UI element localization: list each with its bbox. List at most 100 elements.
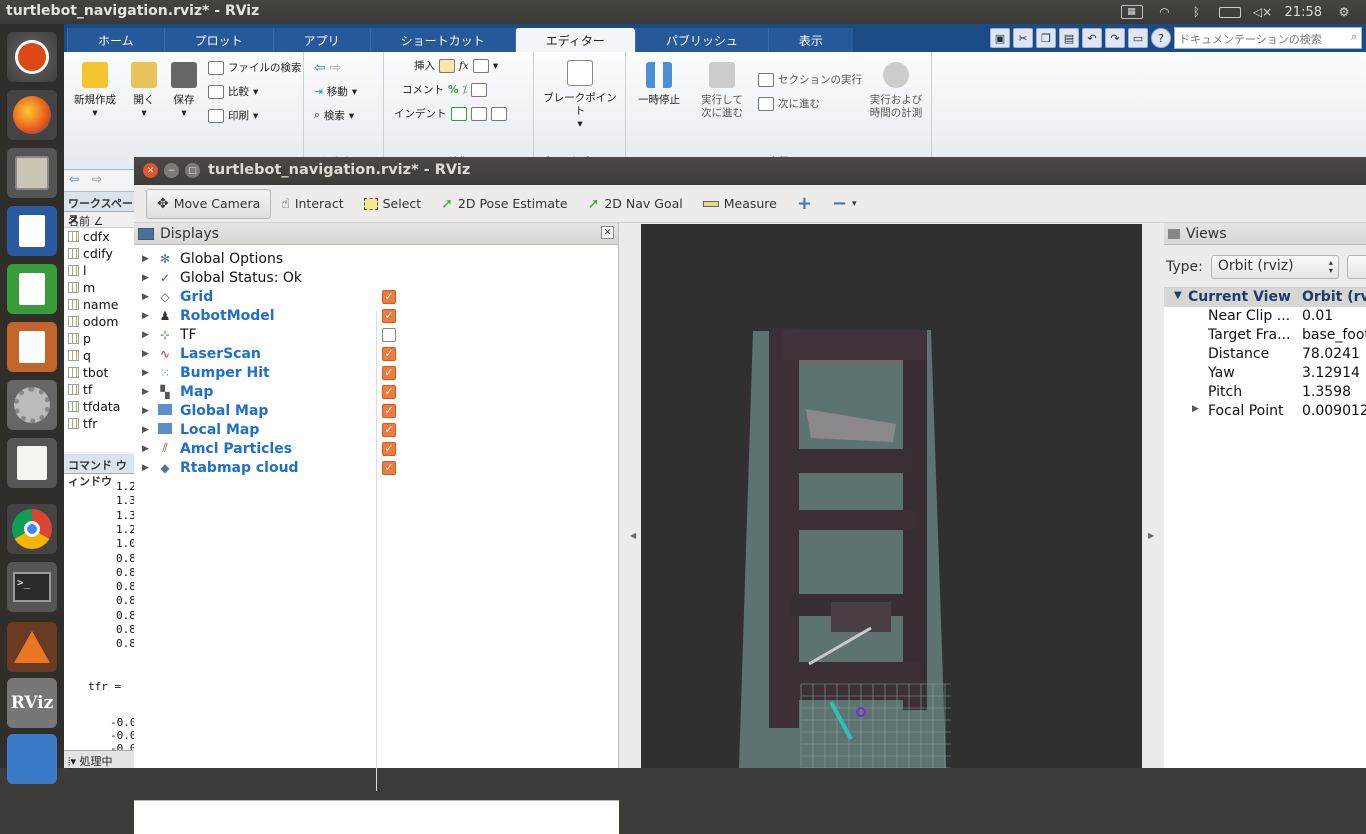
doc-search-input[interactable]: ドキュメンテーションの検索 ⌕	[1174, 27, 1362, 49]
impress-icon[interactable]	[7, 322, 57, 372]
system-settings-icon[interactable]	[7, 380, 57, 430]
zero-button[interactable]	[1346, 255, 1366, 279]
tab-editor[interactable]: エディター	[514, 28, 635, 52]
battery-icon[interactable]	[1218, 6, 1241, 18]
save-icon[interactable]: ▣	[990, 28, 1010, 48]
property-value[interactable]: 78.0241	[1302, 346, 1360, 362]
bluetooth-icon[interactable]: ᛒ	[1187, 5, 1207, 19]
back-icon[interactable]: ⇦	[69, 172, 79, 186]
expand-arrow-icon[interactable]: ▶	[142, 330, 156, 340]
expand-arrow-icon[interactable]: ▶	[142, 292, 156, 302]
property-value[interactable]: 3.12914	[1302, 365, 1360, 381]
forward-icon[interactable]: ⇨	[92, 172, 102, 186]
workspace-variable-row[interactable]: cdify	[64, 245, 138, 262]
comment-button[interactable]: コメント% ⁒	[402, 82, 488, 97]
workspace-variable-row[interactable]: p	[64, 330, 138, 347]
enabled-checkbox[interactable]: ✓	[382, 403, 396, 418]
workspace-variable-row[interactable]: m	[64, 279, 138, 296]
new-button[interactable]: 新規作成 ▾	[70, 62, 120, 120]
tab-shortcuts[interactable]: ショートカット	[369, 28, 515, 52]
workspace-variable-row[interactable]: cdfx	[64, 228, 138, 245]
matlab-icon[interactable]	[7, 622, 57, 672]
interact-button[interactable]: ☝ Interact	[271, 189, 353, 219]
minimize-icon[interactable]: −	[164, 163, 179, 178]
smart-indent-icon[interactable]	[450, 106, 467, 121]
terminal-icon[interactable]: >_	[7, 562, 57, 612]
uncomment-icon[interactable]: ⁒	[463, 84, 468, 96]
keyboard-icon[interactable]: ▦	[1120, 5, 1143, 19]
view-property-row[interactable]: Distance 78.0241	[1164, 345, 1366, 364]
property-value[interactable]: 1.3598	[1302, 384, 1351, 400]
workspace-name-column[interactable]: 名前 ∠	[64, 212, 138, 228]
copy-icon[interactable]: ❐	[1036, 28, 1056, 48]
enabled-checkbox[interactable]: ✓	[382, 441, 396, 456]
window-icon[interactable]: ▭	[1128, 28, 1148, 48]
enabled-checkbox[interactable]	[382, 327, 396, 342]
property-value[interactable]: base_foot	[1302, 327, 1366, 343]
paste-icon[interactable]: ▤	[1059, 28, 1079, 48]
tab-view[interactable]: 表示	[767, 28, 853, 52]
find-files-button[interactable]: ファイルの検索	[208, 60, 302, 75]
collapse-left-icon[interactable]: ◀	[630, 531, 636, 540]
wifi-icon[interactable]: ◠	[1155, 5, 1175, 19]
3d-viewport[interactable]	[641, 224, 1142, 768]
ubuntu-dash-icon[interactable]	[7, 32, 57, 82]
enabled-checkbox[interactable]: ✓	[382, 460, 396, 475]
enabled-checkbox[interactable]: ✓	[382, 308, 396, 323]
pause-button[interactable]: 一時停止	[634, 62, 684, 107]
undo-icon[interactable]: ↶	[1082, 28, 1102, 48]
increase-indent-icon[interactable]	[470, 106, 487, 121]
tab-plots[interactable]: プロット	[163, 28, 273, 52]
enabled-checkbox[interactable]: ✓	[382, 422, 396, 437]
view-property-row[interactable]: ▶ Focal Point 0.0090125	[1164, 402, 1366, 421]
breakpoints-button[interactable]: ブレークポイント ▾	[540, 60, 620, 131]
wrap-comment-icon[interactable]	[471, 82, 488, 97]
workspace-variable-row[interactable]: q	[64, 347, 138, 364]
workspace-variable-row[interactable]: tfdata	[64, 398, 138, 415]
decrease-indent-icon[interactable]	[490, 106, 507, 121]
forward-arrow-icon[interactable]: ⇨	[330, 60, 342, 76]
run-advance-button[interactable]: 実行して 次に進む	[694, 62, 750, 120]
view-property-row[interactable]: Yaw 3.12914	[1164, 364, 1366, 383]
save-button[interactable]: 保存 ▾	[164, 62, 204, 120]
workspace-variable-row[interactable]: tbot	[64, 364, 138, 381]
back-arrow-icon[interactable]: ⇦	[314, 60, 326, 76]
text-editor-icon[interactable]	[7, 438, 57, 488]
expand-arrow-icon[interactable]: ▼	[1174, 290, 1182, 301]
workspace-variable-row[interactable]: name	[64, 296, 138, 313]
select-button[interactable]: Select	[354, 189, 432, 219]
tab-apps[interactable]: アプリ	[272, 28, 370, 52]
chrome-icon[interactable]	[7, 504, 57, 554]
goto-button[interactable]: ⇥ 移動 ▾	[314, 84, 357, 99]
writer-icon[interactable]	[7, 206, 57, 256]
close-panel-icon[interactable]: ✕	[601, 226, 614, 239]
expand-arrow-icon[interactable]: ▶	[142, 463, 156, 473]
indent-button[interactable]: インデント	[394, 106, 507, 121]
expand-arrow-icon[interactable]: ▶	[1192, 404, 1199, 414]
remove-tool-button[interactable]: − ▾	[822, 189, 867, 219]
tab-publish[interactable]: パブリッシュ	[634, 28, 768, 52]
expand-arrow-icon[interactable]: ▶	[142, 425, 156, 435]
expand-arrow-icon[interactable]: ▶	[142, 406, 156, 416]
percent-icon[interactable]: %	[448, 84, 459, 96]
move-camera-button[interactable]: ✥ Move Camera	[146, 188, 272, 219]
file-cabinet-icon[interactable]	[7, 148, 57, 198]
collapse-right-icon[interactable]: ▶	[1148, 531, 1154, 540]
view-property-row[interactable]: Pitch 1.3598	[1164, 383, 1366, 402]
back-forward-buttons[interactable]: ⇦ ⇨	[314, 60, 341, 76]
calc-icon[interactable]	[7, 264, 57, 314]
nav-goal-button[interactable]: ➚ 2D Nav Goal	[578, 189, 693, 219]
gear-icon[interactable]: ⚙	[1334, 5, 1354, 19]
enabled-checkbox[interactable]: ✓	[382, 384, 396, 399]
find-button[interactable]: ⌕ 検索 ▾	[314, 108, 354, 123]
property-value[interactable]: 0.01	[1302, 308, 1333, 324]
tab-home[interactable]: ホーム	[67, 28, 164, 52]
firefox-icon[interactable]	[7, 90, 57, 140]
chart-insert-icon[interactable]	[472, 58, 489, 73]
display-row-global-status-ok[interactable]: ▶ ✓ Global Status: Ok	[134, 268, 619, 287]
display-row-grid[interactable]: ▶ ◇ Grid ✓	[134, 287, 619, 306]
workspace-variable-row[interactable]: l	[64, 262, 138, 279]
expand-arrow-icon[interactable]: ▶	[142, 444, 156, 454]
enabled-checkbox[interactable]: ✓	[382, 289, 396, 304]
property-value[interactable]: 0.0090125	[1302, 403, 1366, 419]
